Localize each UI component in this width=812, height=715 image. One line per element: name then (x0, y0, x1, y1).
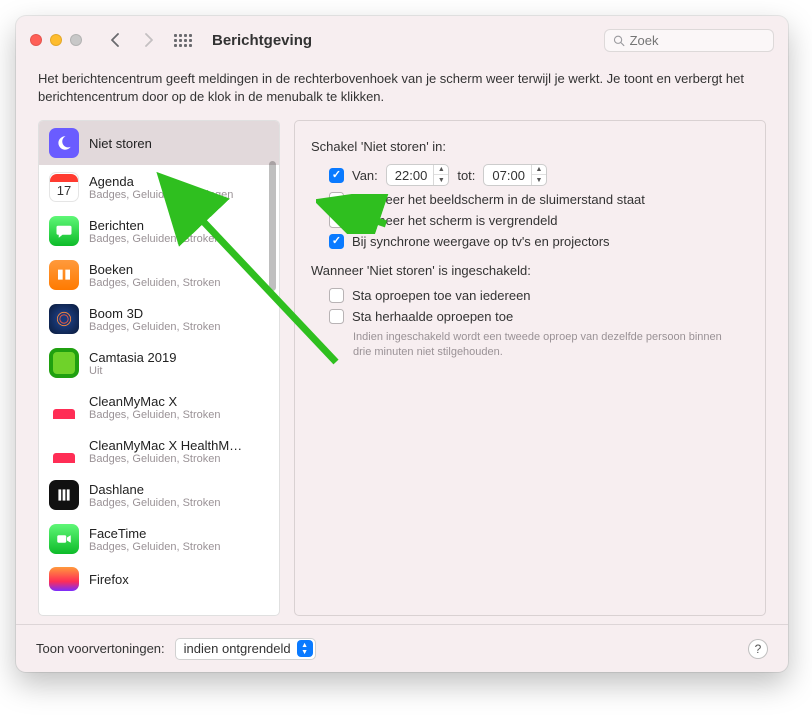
sidebar-item-sub: Badges, Geluiden, Stroken (89, 453, 242, 465)
sidebar-item-sub: Badges, Geluiden, Stroken (89, 321, 220, 333)
row-time-range: Van: 22:00 ▲▼ tot: 07:00 ▲▼ (329, 164, 749, 186)
cleanmymac-icon (49, 392, 79, 422)
label-calls-everyone: Sta oproepen toe van iedereen (352, 288, 531, 303)
preferences-window: Berichtgeving Het berichtencentrum geeft… (16, 16, 788, 672)
cleanmymac-health-icon (49, 436, 79, 466)
facetime-icon (49, 524, 79, 554)
messages-icon (49, 216, 79, 246)
repeated-calls-hint: Indien ingeschakeld wordt een tweede opr… (353, 330, 733, 360)
row-repeated-calls: Sta herhaalde oproepen toe (329, 309, 749, 324)
sidebar-item-sub: Badges, Geluiden, Stroken (89, 541, 220, 553)
from-time-field[interactable]: 22:00 ▲▼ (386, 164, 450, 186)
checkbox-calls-everyone[interactable] (329, 288, 344, 303)
sidebar-item-label: Berichten (89, 218, 220, 233)
sidebar-item-sub: Badges, Geluiden, Stroken (89, 277, 220, 289)
search-input[interactable] (630, 33, 765, 48)
checkbox-locked[interactable] (329, 213, 344, 228)
to-label: tot: (457, 168, 475, 183)
from-stepper[interactable]: ▲▼ (433, 164, 448, 186)
stepper-up-icon[interactable]: ▲ (434, 164, 448, 175)
preview-value: indien ontgrendeld (184, 641, 291, 656)
sidebar-item-sub: Uit (89, 365, 176, 377)
forward-button (136, 28, 162, 52)
scrollbar-thumb[interactable] (269, 161, 276, 291)
window-title: Berichtgeving (212, 32, 312, 49)
window-controls (30, 34, 82, 46)
search-field[interactable] (604, 29, 774, 52)
to-time-field[interactable]: 07:00 ▲▼ (483, 164, 547, 186)
preview-label: Toon voorvertoningen: (36, 641, 165, 656)
row-locked: Wanneer het scherm is vergrendeld (329, 213, 749, 228)
to-stepper[interactable]: ▲▼ (531, 164, 546, 186)
sidebar-item-label: Agenda (89, 174, 233, 189)
checkbox-repeated-calls[interactable] (329, 309, 344, 324)
sidebar-item-dnd[interactable]: Niet storen (39, 121, 279, 165)
sidebar-item-label: Dashlane (89, 482, 220, 497)
close-window-button[interactable] (30, 34, 42, 46)
row-calls-everyone: Sta oproepen toe van iedereen (329, 288, 749, 303)
sidebar-item-camtasia[interactable]: Camtasia 2019Uit (39, 341, 279, 385)
sidebar-item-boeken[interactable]: BoekenBadges, Geluiden, Stroken (39, 253, 279, 297)
sidebar-item-label: Camtasia 2019 (89, 350, 176, 365)
sidebar-item-label: Boom 3D (89, 306, 220, 321)
section-when-enabled-title: Wanneer 'Niet storen' is ingeschakeld: (311, 263, 749, 278)
stepper-up-icon[interactable]: ▲ (532, 164, 546, 175)
app-list[interactable]: Niet storen 17 AgendaBadges, Geluiden, M… (38, 120, 280, 616)
sidebar-item-boom3d[interactable]: Boom 3DBadges, Geluiden, Stroken (39, 297, 279, 341)
label-sleep: Wanneer het beeldscherm in de sluimersta… (352, 192, 645, 207)
description-text: Het berichtencentrum geeft meldingen in … (16, 64, 788, 120)
row-sleep: Wanneer het beeldscherm in de sluimersta… (329, 192, 749, 207)
dashlane-icon (49, 480, 79, 510)
label-repeated-calls: Sta herhaalde oproepen toe (352, 309, 513, 324)
boom3d-icon (49, 304, 79, 334)
sidebar-item-facetime[interactable]: FaceTimeBadges, Geluiden, Stroken (39, 517, 279, 561)
sidebar-item-firefox[interactable]: Firefox (39, 561, 279, 597)
sidebar-item-label: Firefox (89, 572, 129, 587)
section-enable-title: Schakel 'Niet storen' in: (311, 139, 749, 154)
back-button[interactable] (102, 28, 128, 52)
sidebar-item-label: CleanMyMac X HealthM… (89, 438, 242, 453)
calendar-icon: 17 (49, 172, 79, 202)
row-mirror: Bij synchrone weergave op tv's en projec… (329, 234, 749, 249)
sidebar-item-cleanmymac-health[interactable]: CleanMyMac X HealthM…Badges, Geluiden, S… (39, 429, 279, 473)
sidebar-item-sub: Badges, Geluiden, Stroken (89, 233, 220, 245)
books-icon (49, 260, 79, 290)
from-time-value: 22:00 (387, 168, 434, 183)
minimize-window-button[interactable] (50, 34, 62, 46)
label-locked: Wanneer het scherm is vergrendeld (352, 213, 557, 228)
to-time-value: 07:00 (484, 168, 531, 183)
from-label: Van: (352, 168, 378, 183)
grid-icon (173, 30, 193, 50)
sidebar-item-dashlane[interactable]: DashlaneBadges, Geluiden, Stroken (39, 473, 279, 517)
footer: Toon voorvertoningen: indien ontgrendeld… (16, 624, 788, 672)
sidebar-item-label: FaceTime (89, 526, 220, 541)
stepper-down-icon[interactable]: ▼ (532, 175, 546, 186)
sidebar-item-sub: Badges, Geluiden, Stroken (89, 497, 220, 509)
moon-icon (49, 128, 79, 158)
checkbox-sleep[interactable] (329, 192, 344, 207)
sidebar-item-cleanmymac[interactable]: CleanMyMac XBadges, Geluiden, Stroken (39, 385, 279, 429)
sidebar-item-label: CleanMyMac X (89, 394, 220, 409)
sidebar-item-agenda[interactable]: 17 AgendaBadges, Geluiden, Meldingen (39, 165, 279, 209)
titlebar: Berichtgeving (16, 16, 788, 64)
help-button[interactable]: ? (748, 639, 768, 659)
preview-select[interactable]: indien ontgrendeld ▲▼ (175, 638, 316, 660)
sidebar-item-berichten[interactable]: BerichtenBadges, Geluiden, Stroken (39, 209, 279, 253)
checkbox-mirror[interactable] (329, 234, 344, 249)
sidebar-item-sub: Badges, Geluiden, Stroken (89, 409, 220, 421)
firefox-icon (49, 567, 79, 591)
search-icon (613, 34, 625, 47)
sidebar-item-label: Boeken (89, 262, 220, 277)
zoom-window-button (70, 34, 82, 46)
stepper-down-icon[interactable]: ▼ (434, 175, 448, 186)
select-arrows-icon: ▲▼ (297, 640, 313, 657)
checkbox-time-range[interactable] (329, 168, 344, 183)
sidebar-item-label: Niet storen (89, 136, 152, 151)
camtasia-icon (49, 348, 79, 378)
label-mirror: Bij synchrone weergave op tv's en projec… (352, 234, 610, 249)
detail-panel: Schakel 'Niet storen' in: Van: 22:00 ▲▼ … (294, 120, 766, 616)
show-all-button[interactable] (170, 28, 196, 52)
sidebar-item-sub: Badges, Geluiden, Meldingen (89, 189, 233, 201)
